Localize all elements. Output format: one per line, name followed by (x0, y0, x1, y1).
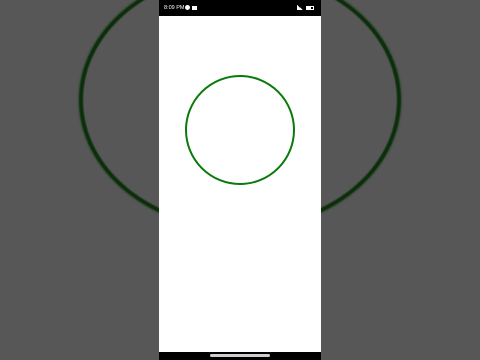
status-left-icons (185, 5, 197, 10)
status-bar: 8:09 PM (159, 0, 321, 16)
status-right-icons (297, 5, 314, 10)
green-circle-view (185, 75, 295, 185)
camera-icon (192, 6, 197, 10)
video-frame: 8:09 PM (0, 0, 480, 360)
circle-notification-icon (185, 5, 190, 10)
phone-screen: 8:09 PM (159, 0, 321, 360)
status-time: 8:09 PM (164, 5, 185, 11)
battery-icon (306, 6, 314, 10)
signal-icon (297, 5, 303, 10)
navigation-bar (159, 352, 321, 360)
home-indicator[interactable] (210, 354, 270, 357)
